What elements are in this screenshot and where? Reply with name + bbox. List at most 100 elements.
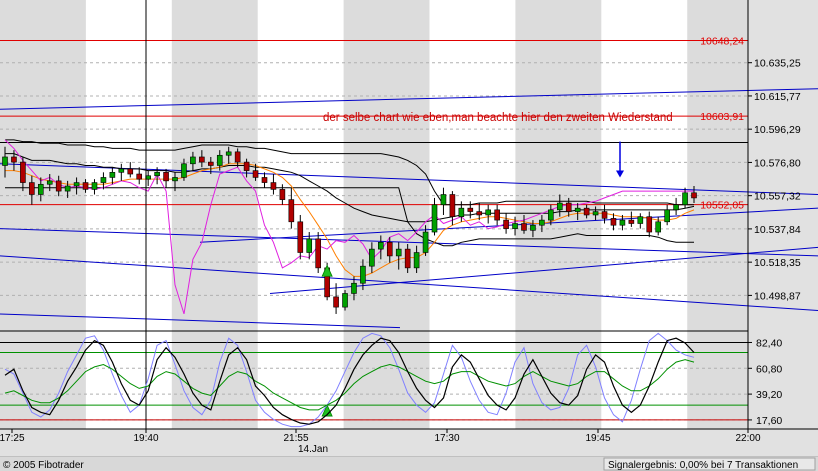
candle-up [351, 282, 357, 294]
price-tick-label: 10.498,87 [754, 290, 801, 302]
oscillator-tick-label: 60,80 [756, 363, 782, 375]
candle-down [646, 216, 653, 233]
session-band [171, 0, 258, 429]
x-date-label: 14.Jan [298, 444, 328, 455]
candle-down [11, 156, 17, 163]
candle-down [20, 161, 26, 183]
x-tick-label: 17:25 [0, 433, 25, 444]
candle-up [512, 223, 518, 229]
x-tick-label: 21:55 [283, 433, 308, 444]
candle-down [467, 207, 474, 212]
candle-down [691, 192, 697, 199]
x-tick-label: 19:40 [133, 433, 158, 444]
candle-down [29, 182, 35, 195]
candle-down [333, 296, 339, 308]
oscillator-tick-label: 17,60 [756, 415, 782, 427]
signal-result-text: Signalergebnis: 0,00% bei 7 Transaktione… [608, 460, 798, 471]
candle-down [243, 161, 250, 171]
candle-down [449, 194, 456, 217]
candle-down [127, 168, 134, 175]
candle-down [565, 202, 572, 212]
footer-copyright: © 2005 Fibotrader [3, 460, 84, 471]
candle-down [55, 180, 62, 192]
candle-up [539, 219, 545, 226]
price-tick-label: 10.615,77 [754, 91, 801, 103]
candle [297, 214, 304, 260]
candle-up [655, 221, 662, 233]
candle-down [136, 173, 143, 180]
candlestick-chart: 10.635,25 10.615,77 10.596,29 10.576,80 10.5… [0, 0, 818, 471]
candle-down [601, 211, 608, 219]
candle-up [306, 238, 313, 253]
candle-up [46, 180, 53, 185]
candle-up [664, 209, 670, 223]
candle-up [172, 177, 178, 182]
candle-down [494, 209, 500, 221]
candle-down [199, 156, 205, 163]
price-tick-label: 10.518,35 [754, 257, 801, 269]
candle-down [82, 182, 89, 190]
oscillator-tick-label: 39,20 [756, 389, 782, 401]
candle-up [548, 209, 554, 221]
level-label: 10552,05 [700, 200, 744, 212]
candle-up [190, 156, 196, 165]
price-tick-label: 10.557,32 [754, 191, 801, 203]
x-tick-label: 19:45 [585, 433, 610, 444]
candle-up [100, 177, 107, 183]
x-tick-label: 22:00 [735, 433, 760, 444]
candle-up [422, 231, 429, 253]
candle-up [181, 163, 187, 178]
candle-down [288, 199, 295, 223]
candle-down [503, 219, 509, 229]
candle-up [216, 154, 223, 166]
candle-up [458, 207, 465, 217]
candle-up [592, 211, 599, 216]
candle-down [297, 221, 304, 253]
candle-up [530, 224, 536, 231]
candle-up [109, 172, 116, 178]
candle-up [154, 172, 160, 177]
candle-up [673, 204, 679, 211]
candle-up [485, 209, 491, 216]
candle-up [682, 192, 688, 206]
candle-up [37, 183, 44, 195]
price-tick-label: 10.635,25 [754, 58, 801, 70]
candle-down [234, 151, 241, 163]
price-tick-label: 10.596,29 [754, 124, 801, 136]
candle-down [279, 189, 286, 200]
candle-down [628, 219, 635, 224]
candle-up [574, 207, 581, 212]
candle-up [378, 241, 384, 250]
candle-up [619, 219, 626, 226]
candle-up [91, 182, 98, 190]
oscillator-tick-label: 82,40 [756, 337, 782, 349]
candle-down [404, 248, 411, 269]
candle-up [73, 182, 80, 187]
candle-down [208, 161, 214, 166]
candle-up [556, 202, 563, 211]
chart-annotation: der selbe chart wie eben,man beachte hie… [323, 112, 673, 124]
x-tick-label: 17:30 [434, 433, 459, 444]
session-band [0, 0, 86, 429]
candle-down [476, 211, 483, 216]
level-label: 10648,24 [700, 36, 744, 48]
candle-down [610, 218, 617, 226]
candle-up [413, 252, 420, 269]
candle-down [163, 172, 169, 182]
candle-up [440, 194, 447, 206]
candle-down [521, 223, 527, 231]
candle-down [315, 238, 321, 269]
candle-down [261, 177, 268, 183]
candle-up [395, 248, 402, 257]
candle-up [2, 156, 8, 166]
candle-down [270, 182, 277, 190]
candle-up [64, 185, 71, 192]
candle-up [342, 293, 348, 308]
candle-up [431, 204, 438, 233]
candle-up [118, 168, 125, 173]
candle-down [386, 241, 393, 257]
candle-up [225, 151, 232, 156]
candle-up [369, 248, 375, 267]
candle-down [252, 170, 259, 178]
candle-down [583, 207, 590, 216]
